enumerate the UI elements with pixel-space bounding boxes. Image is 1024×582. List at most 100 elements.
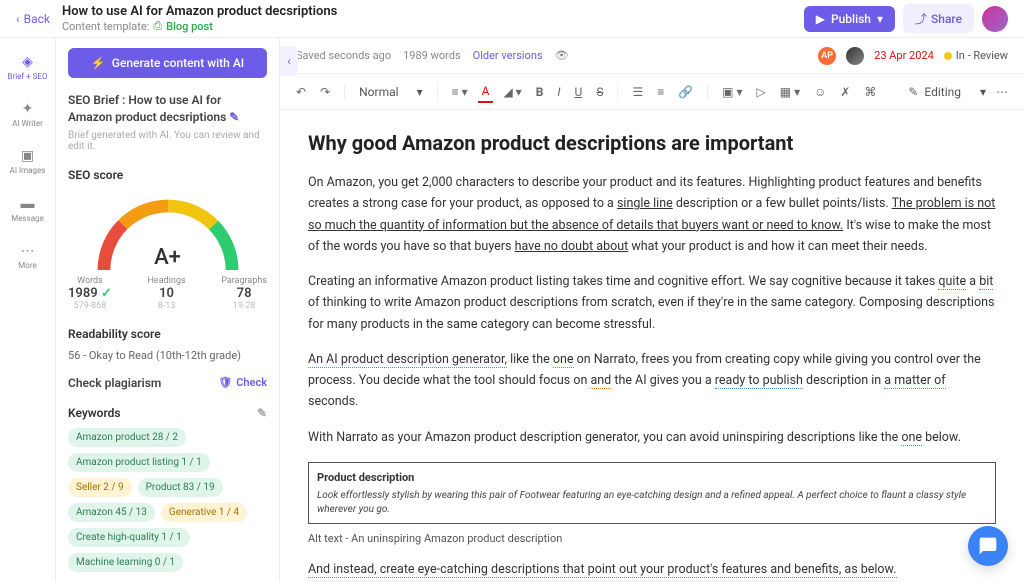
publish-button[interactable]: ▶ Publish ▾ <box>804 6 895 32</box>
plagiarism-action[interactable]: Check <box>236 376 267 389</box>
left-nav: ◈Brief + SEO ✦AI Writer ▣AI Images ▬Mess… <box>0 38 56 582</box>
format-dropdown[interactable]: Normal ▾ <box>355 81 426 103</box>
code-button[interactable]: ⌘ <box>860 81 880 103</box>
image-icon: ▣ <box>0 148 55 164</box>
emoji-button[interactable]: ☺ <box>810 81 830 103</box>
template-name[interactable]: Blog post <box>166 20 213 33</box>
word-count: 1989 words <box>403 49 461 62</box>
back-label: Back <box>24 12 50 26</box>
seo-gauge: A+ <box>88 190 248 270</box>
generate-label: Generate content with AI <box>112 56 244 70</box>
paragraph-5: And instead, create eye-catching descrip… <box>308 559 996 580</box>
image-button[interactable]: ▣ ▾ <box>718 81 746 103</box>
older-versions-link[interactable]: Older versions <box>473 49 543 62</box>
paragraph-2: Creating an informative Amazon product l… <box>308 271 996 335</box>
chat-button[interactable] <box>968 526 1008 566</box>
alt-text-1: Alt text - An uninspiring Amazon product… <box>308 530 996 549</box>
target-icon: ◈ <box>0 54 55 70</box>
share-icon: ⤴ <box>915 10 927 27</box>
nav-more[interactable]: ⋯More <box>0 235 55 278</box>
readability-value: 56 - Okay to Read (10th-12th grade) <box>68 349 267 362</box>
page-title: How to use AI for Amazon product decsrip… <box>62 4 337 19</box>
chat-icon <box>978 536 998 556</box>
keyword-pill[interactable]: Generative 1 / 4 <box>161 503 247 522</box>
more-icon: ⋯ <box>0 243 55 259</box>
italic-button[interactable]: I <box>553 81 564 103</box>
nav-ai-images[interactable]: ▣AI Images <box>0 140 55 183</box>
bolt-icon: ⚡ <box>91 56 106 70</box>
plagiarism-row[interactable]: Check plagiarism 🛡 Check <box>68 376 267 390</box>
message-icon: ▬ <box>0 195 55 212</box>
play-icon: ▶ <box>816 12 825 26</box>
shield-icon: 🛡 <box>218 376 232 389</box>
document-date[interactable]: 23 Apr 2024 <box>874 49 934 62</box>
link-button[interactable]: 🔗 <box>674 81 697 103</box>
bullet-list-button[interactable]: ☰ <box>628 81 647 103</box>
bold-button[interactable]: B <box>532 81 548 103</box>
seo-score-label: SEO score <box>68 168 267 182</box>
back-button[interactable]: ‹ Back <box>16 12 50 26</box>
strike-button[interactable]: S <box>592 81 607 103</box>
chevron-down-icon: ▾ <box>417 85 423 99</box>
keyword-pill[interactable]: Create high-quality 1 / 1 <box>68 528 190 547</box>
highlight-button[interactable]: ◢ ▾ <box>499 81 525 103</box>
brief-subtitle: Brief generated with AI. You can review … <box>68 130 267 152</box>
chevron-left-icon: ‹ <box>16 12 20 26</box>
undo-button[interactable]: ↶ <box>292 81 310 103</box>
keyword-pill[interactable]: Product 83 / 19 <box>138 478 223 497</box>
plagiarism-label: Check plagiarism <box>68 376 161 390</box>
generate-content-button[interactable]: ⚡ Generate content with AI <box>68 48 267 78</box>
sidebar: ⚡ Generate content with AI SEO Brief : H… <box>56 38 280 582</box>
template-icon: ⎙ <box>153 19 162 33</box>
document-content[interactable]: Why good Amazon product descriptions are… <box>280 110 1024 582</box>
more-menu-button[interactable]: ⋯ <box>992 81 1012 103</box>
saved-status: Saved seconds ago <box>296 49 391 62</box>
text-color-button[interactable]: A <box>478 81 494 103</box>
paragraph-4: With Narrato as your Amazon product desc… <box>308 427 996 448</box>
clear-format-button[interactable]: ✗ <box>836 81 854 103</box>
keyword-pill[interactable]: Amazon 45 / 13 <box>68 503 155 522</box>
editor-meta: Saved seconds ago 1989 words Older versi… <box>280 38 1024 74</box>
ordered-list-button[interactable]: ≡ <box>653 81 668 103</box>
sparkle-icon: ✦ <box>0 101 55 117</box>
keywords-list: Amazon product 28 / 2 Amazon product list… <box>68 428 267 572</box>
template-label: Content template: <box>62 20 149 33</box>
share-button[interactable]: ⤴ Share <box>903 4 974 33</box>
user-avatar[interactable] <box>982 6 1008 32</box>
redo-button[interactable]: ↷ <box>316 81 334 103</box>
collapse-sidebar-button[interactable]: ‹ <box>280 46 298 76</box>
keyword-pill[interactable]: Amazon product 28 / 2 <box>68 428 186 447</box>
heading: Why good Amazon product descriptions are… <box>308 126 996 160</box>
keyword-pill[interactable]: Amazon product listing 1 / 1 <box>68 453 210 472</box>
nav-brief-seo[interactable]: ◈Brief + SEO <box>0 46 55 89</box>
publish-label: Publish <box>831 12 871 26</box>
paragraph-1: On Amazon, you get 2,000 characters to d… <box>308 172 996 257</box>
underline-button[interactable]: U <box>571 81 587 103</box>
readability-label: Readability score <box>68 327 267 341</box>
stat-paragraphs: Paragraphs 78 19-28 <box>221 276 267 311</box>
table-button[interactable]: ▦ ▾ <box>776 81 804 103</box>
stat-words: Words 1989 ✓ 579-868 <box>68 276 112 311</box>
paragraph-3: An AI product description generator, lik… <box>308 349 996 413</box>
document-status[interactable]: In - Review <box>944 49 1008 62</box>
share-label: Share <box>931 12 962 26</box>
video-button[interactable]: ▷ <box>753 81 770 103</box>
keyword-pill[interactable]: Machine learning 0 / 1 <box>68 553 183 572</box>
nav-ai-writer[interactable]: ✦AI Writer <box>0 93 55 136</box>
pencil-icon: ✎ <box>908 85 918 99</box>
eye-icon[interactable]: 👁 <box>555 49 569 62</box>
collaborator-avatar-ap[interactable]: AP <box>818 47 836 65</box>
keywords-label: Keywords <box>68 406 121 420</box>
keyword-pill[interactable]: Seller 2 / 9 <box>68 478 132 497</box>
collaborator-avatar-2[interactable] <box>846 47 864 65</box>
chevron-down-icon: ▾ <box>877 12 883 26</box>
edit-icon[interactable]: ✎ <box>229 110 239 124</box>
editor: Saved seconds ago 1989 words Older versi… <box>280 38 1024 582</box>
brief-title: SEO Brief : How to use AI for Amazon pro… <box>68 92 267 126</box>
editing-mode-dropdown[interactable]: Editing ▾ <box>924 85 986 99</box>
example-box-1: Product description Look effortlessly st… <box>308 462 996 525</box>
nav-message[interactable]: ▬Message <box>0 187 55 231</box>
pencil-icon[interactable]: ✎ <box>257 406 267 420</box>
stat-headings: Headings 10 8-13 <box>148 276 186 311</box>
align-button[interactable]: ≡ ▾ <box>448 81 472 103</box>
